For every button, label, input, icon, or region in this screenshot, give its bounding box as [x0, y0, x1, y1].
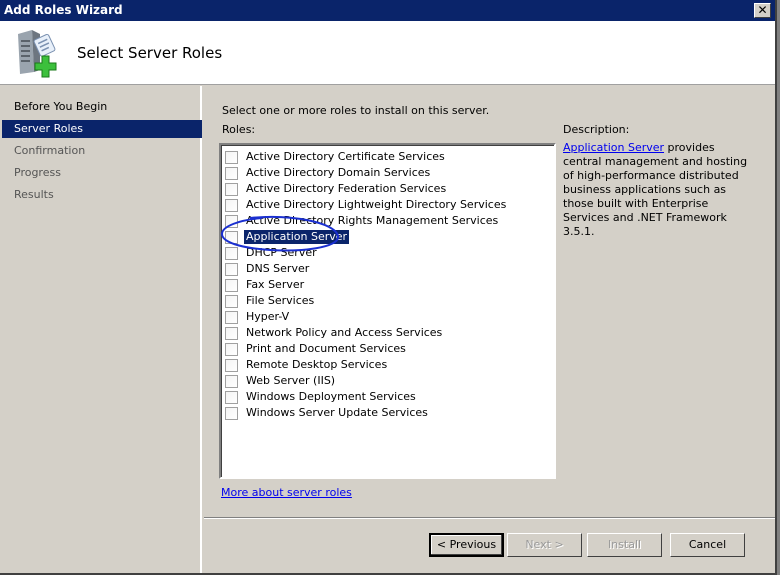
next-button: Next > [507, 533, 582, 557]
role-checkbox[interactable] [225, 230, 238, 244]
role-list-item[interactable]: Windows Server Update Services [225, 405, 430, 421]
role-checkbox[interactable] [225, 342, 238, 356]
role-label: Windows Deployment Services [246, 390, 416, 403]
install-button: Install [587, 533, 662, 557]
description-body: provides central management and hosting … [563, 141, 748, 238]
role-label: Network Policy and Access Services [246, 326, 443, 339]
role-checkbox[interactable] [225, 150, 238, 164]
role-label: Hyper-V [246, 310, 290, 323]
role-checkbox[interactable] [225, 278, 238, 292]
server-add-icon [18, 30, 57, 78]
role-label: Active Directory Rights Management Servi… [246, 214, 499, 227]
close-button[interactable]: ✕ [754, 3, 771, 18]
nav-step-before-you-begin[interactable]: Before You Begin [2, 98, 202, 116]
role-list-item[interactable]: Active Directory Rights Management Servi… [225, 213, 500, 229]
role-list-item[interactable]: Active Directory Certificate Services [225, 149, 447, 165]
roles-list[interactable]: Active Directory Certificate Services Act… [219, 143, 556, 479]
role-list-item[interactable]: Remote Desktop Services [225, 357, 389, 373]
role-checkbox[interactable] [225, 310, 238, 324]
role-label: DNS Server [246, 262, 310, 275]
role-list-item[interactable]: Active Directory Federation Services [225, 181, 448, 197]
role-checkbox[interactable] [225, 246, 238, 260]
role-label: Fax Server [246, 278, 305, 291]
description-text: Application Server provides central mana… [563, 141, 748, 239]
page-title: Select Server Roles [77, 44, 223, 62]
description-label: Description: [563, 123, 630, 136]
role-list-item[interactable]: Print and Document Services [225, 341, 408, 357]
role-checkbox[interactable] [225, 294, 238, 308]
role-label: Print and Document Services [246, 342, 406, 355]
role-label: Application Server [244, 230, 350, 244]
role-list-item[interactable]: Windows Deployment Services [225, 389, 418, 405]
role-list-item[interactable]: DNS Server [225, 261, 311, 277]
role-checkbox[interactable] [225, 182, 238, 196]
previous-button[interactable]: < Previous [429, 533, 504, 557]
roles-label: Roles: [222, 123, 256, 136]
wizard-header: Select Server Roles [0, 21, 775, 85]
role-list-item[interactable]: DHCP Server [225, 245, 319, 261]
role-label: Remote Desktop Services [246, 358, 388, 371]
role-list-item[interactable]: Application Server [225, 229, 350, 245]
more-about-server-roles-link[interactable]: More about server roles [221, 486, 352, 499]
cancel-button[interactable]: Cancel [670, 533, 745, 557]
nav-step-results: Results [14, 188, 54, 201]
role-label: Active Directory Federation Services [246, 182, 447, 195]
role-checkbox[interactable] [225, 198, 238, 212]
role-checkbox[interactable] [225, 390, 238, 404]
role-checkbox[interactable] [225, 358, 238, 372]
role-checkbox[interactable] [225, 166, 238, 180]
role-label: File Services [246, 294, 315, 307]
title-bar: Add Roles Wizard ✕ [0, 0, 775, 21]
wizard-content: Select one or more roles to install on t… [204, 86, 775, 516]
role-checkbox[interactable] [225, 406, 238, 420]
role-label: Active Directory Domain Services [246, 166, 431, 179]
role-checkbox[interactable] [225, 262, 238, 276]
role-list-item[interactable]: Web Server (IIS) [225, 373, 337, 389]
nav-step-confirmation: Confirmation [14, 144, 86, 157]
role-checkbox[interactable] [225, 326, 238, 340]
role-label: Active Directory Certificate Services [246, 150, 445, 163]
role-label: Active Directory Lightweight Directory S… [246, 198, 507, 211]
nav-step-server-roles[interactable]: Server Roles [2, 120, 202, 138]
role-list-item[interactable]: File Services [225, 293, 316, 309]
nav-step-progress: Progress [14, 166, 61, 179]
role-list-item[interactable]: Fax Server [225, 277, 306, 293]
intro-text: Select one or more roles to install on t… [222, 104, 490, 117]
close-icon: ✕ [757, 3, 768, 17]
role-label: Windows Server Update Services [246, 406, 428, 419]
role-checkbox[interactable] [225, 214, 238, 228]
description-role-link[interactable]: Application Server [563, 141, 664, 154]
role-list-item[interactable]: Hyper-V [225, 309, 291, 325]
add-roles-wizard-window: Add Roles Wizard ✕ Select Server Roles B… [0, 0, 777, 575]
role-list-item[interactable]: Active Directory Domain Services [225, 165, 432, 181]
window-title: Add Roles Wizard [4, 3, 123, 17]
role-checkbox[interactable] [225, 374, 238, 388]
wizard-steps-nav: Before You Begin Server Roles Confirmati… [0, 86, 202, 573]
footer-divider [204, 517, 775, 519]
role-label: DHCP Server [246, 246, 317, 259]
role-list-item[interactable]: Active Directory Lightweight Directory S… [225, 197, 508, 213]
role-list-item[interactable]: Network Policy and Access Services [225, 325, 444, 341]
role-label: Web Server (IIS) [246, 374, 336, 387]
